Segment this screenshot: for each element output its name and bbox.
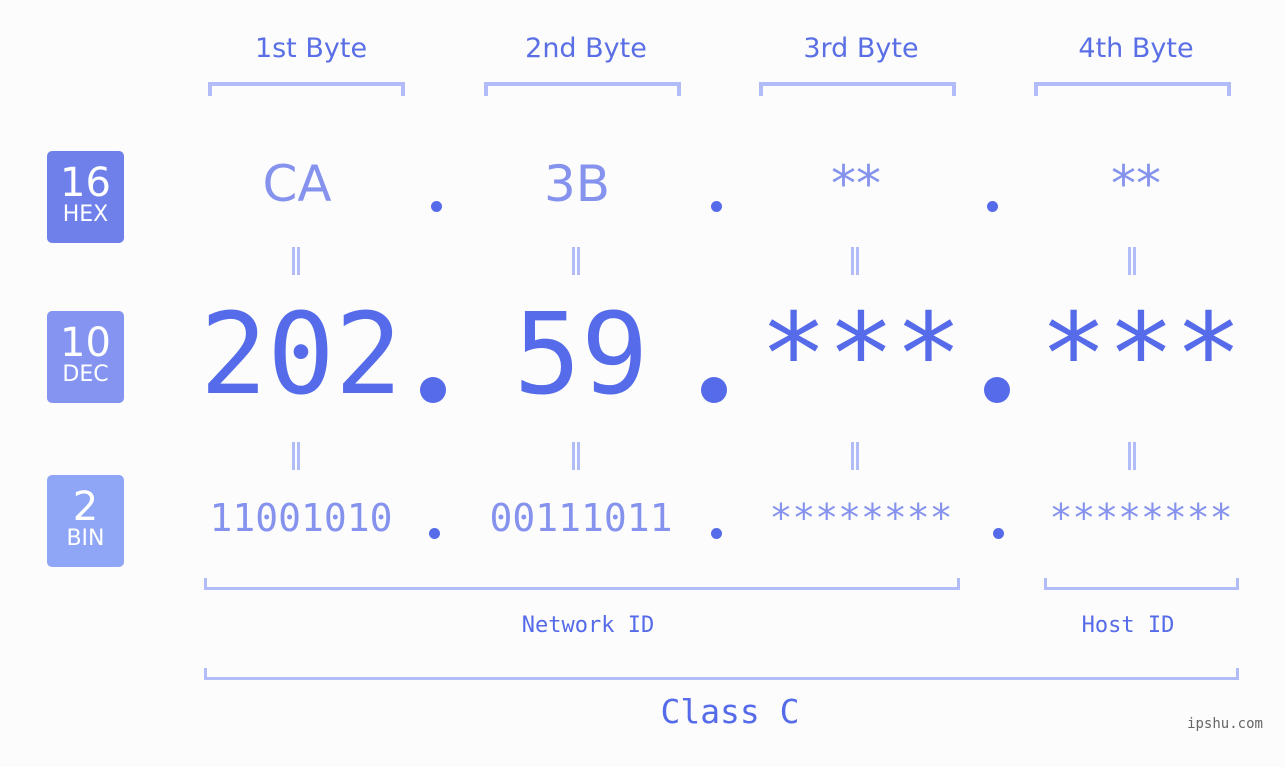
dec-badge-label: DEC (62, 362, 109, 387)
host-id-bracket (1044, 578, 1239, 590)
equals-icon (292, 247, 300, 275)
dec-byte-2: 59 (513, 290, 649, 420)
byte-header-4: 4th Byte (1078, 33, 1194, 64)
network-id-label: Network ID (521, 613, 655, 638)
class-bracket (204, 668, 1239, 680)
bin-byte-2: 00111011 (489, 496, 673, 540)
hex-byte-4: ** (1111, 155, 1161, 213)
byte-header-1: 1st Byte (254, 33, 368, 64)
hex-badge-label: HEX (62, 202, 109, 227)
dec-dot-2 (701, 377, 727, 403)
hex-dot-1 (431, 201, 442, 212)
watermark: ipshu.com (1187, 716, 1263, 732)
hex-byte-3: ** (831, 155, 881, 213)
dec-dot-1 (420, 377, 446, 403)
bin-dot-1 (429, 528, 440, 539)
byte-header-3: 3rd Byte (803, 33, 919, 64)
dec-badge-number: 10 (60, 320, 111, 366)
class-label: Class C (660, 692, 800, 731)
equals-icon (292, 442, 300, 470)
hex-dot-3 (987, 201, 998, 212)
hex-dot-2 (711, 201, 722, 212)
dec-badge: 10 DEC (47, 311, 124, 403)
hex-byte-1: CA (262, 155, 332, 213)
dec-byte-1: 202 (199, 290, 403, 420)
byte-bracket-1 (208, 82, 405, 96)
equals-icon (572, 442, 580, 470)
bin-badge: 2 BIN (47, 475, 124, 567)
hex-byte-2: 3B (543, 155, 611, 213)
host-id-label: Host ID (1081, 613, 1175, 638)
equals-icon (851, 442, 859, 470)
bin-badge-number: 2 (72, 484, 99, 530)
byte-bracket-2 (484, 82, 681, 96)
bin-byte-4: ******** (1049, 496, 1233, 540)
byte-header-2: 2nd Byte (525, 33, 647, 64)
bin-byte-1: 11001010 (209, 496, 393, 540)
dec-dot-3 (984, 377, 1010, 403)
bin-dot-3 (993, 528, 1004, 539)
network-id-bracket (204, 578, 960, 590)
equals-icon (572, 247, 580, 275)
equals-icon (1128, 247, 1136, 275)
bin-dot-2 (711, 528, 722, 539)
equals-icon (1128, 442, 1136, 470)
byte-bracket-4 (1034, 82, 1231, 96)
equals-icon (851, 247, 859, 275)
dec-byte-4: *** (1039, 290, 1243, 420)
byte-bracket-3 (759, 82, 956, 96)
bin-badge-label: BIN (66, 526, 105, 551)
hex-badge-number: 16 (60, 160, 111, 206)
hex-badge: 16 HEX (47, 151, 124, 243)
bin-byte-3: ******** (769, 496, 953, 540)
dec-byte-3: *** (759, 290, 963, 420)
